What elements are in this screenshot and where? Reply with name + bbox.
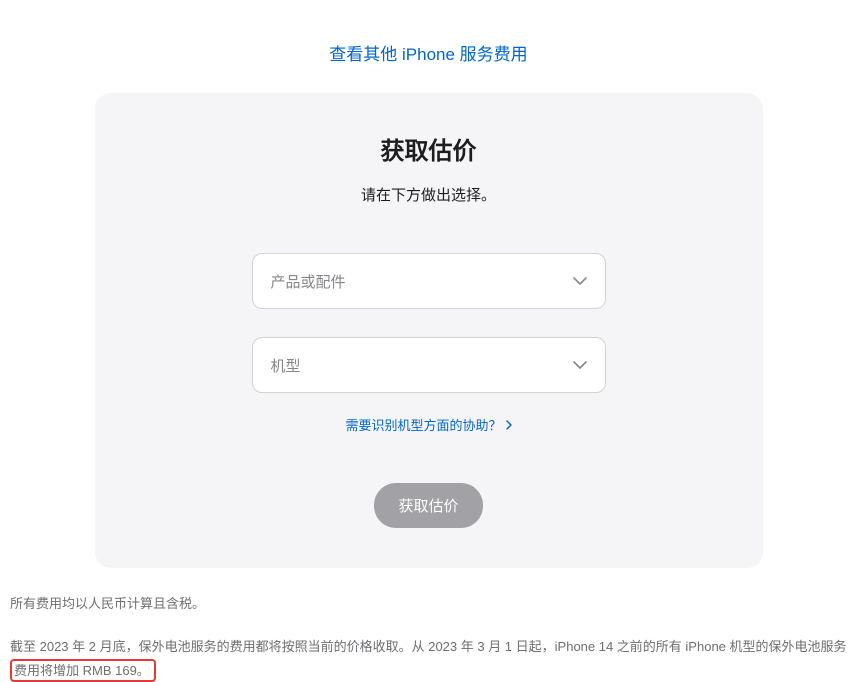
model-select-placeholder: 机型 — [271, 355, 301, 376]
estimate-card: 获取估价 请在下方做出选择。 产品或配件 机型 需要识别机型方面的协助？ 获取估… — [95, 93, 763, 568]
footer-notes: 所有费用均以人民币计算且含税。 截至 2023 年 2 月底，保外电池服务的费用… — [0, 592, 857, 682]
product-select[interactable]: 产品或配件 — [252, 253, 606, 309]
footer-line-1: 所有费用均以人民币计算且含税。 — [10, 592, 847, 615]
price-increase-highlight: 费用将增加 RMB 169。 — [10, 659, 156, 682]
view-other-services-link[interactable]: 查看其他 iPhone 服务费用 — [329, 45, 527, 64]
help-link-text: 需要识别机型方面的协助？ — [345, 415, 501, 434]
footer-line-2-part1: 截至 2023 年 2 月底，保外电池服务的费用都将按照当前的价格收取。从 20… — [10, 639, 847, 654]
identify-model-help-link[interactable]: 需要识别机型方面的协助？ — [345, 415, 511, 434]
product-select-placeholder: 产品或配件 — [271, 271, 346, 292]
chevron-down-icon — [573, 277, 587, 285]
footer-line-2: 截至 2023 年 2 月底，保外电池服务的费用都将按照当前的价格收取。从 20… — [10, 635, 847, 682]
card-title: 获取估价 — [135, 131, 723, 166]
model-select[interactable]: 机型 — [252, 337, 606, 393]
get-estimate-button[interactable]: 获取估价 — [374, 483, 482, 528]
card-subtitle: 请在下方做出选择。 — [135, 184, 723, 205]
chevron-right-icon — [506, 420, 512, 430]
chevron-down-icon — [573, 361, 587, 369]
